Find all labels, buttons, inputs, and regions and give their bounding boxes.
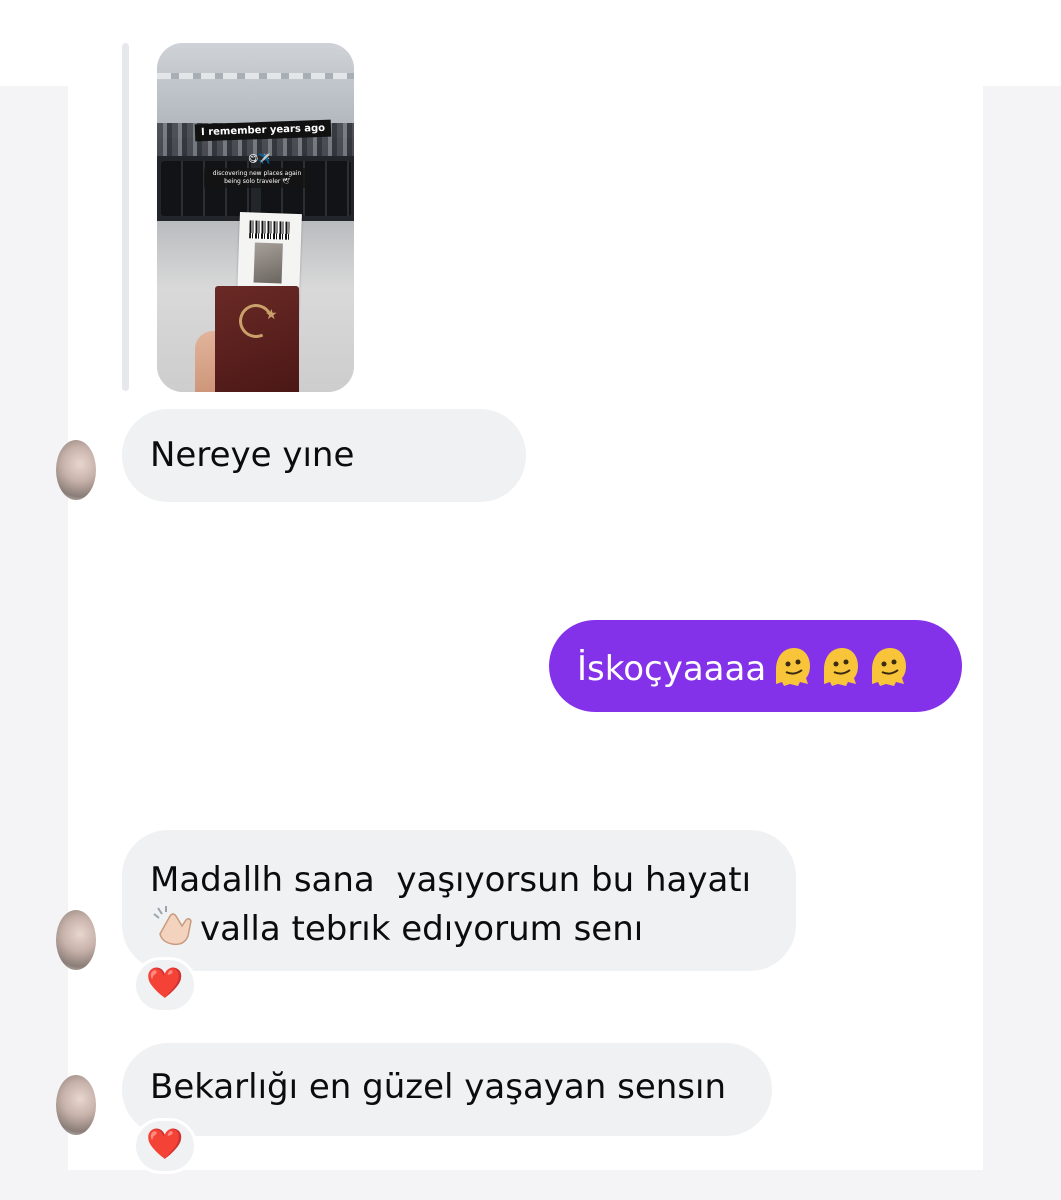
melting-face-icon — [872, 648, 907, 686]
story-ceiling-lights — [157, 73, 354, 79]
passport-image: ★ — [215, 286, 299, 392]
melting-face-icon — [776, 648, 811, 686]
barcode-icon — [249, 220, 290, 240]
message-text: Nereye yıne — [150, 435, 355, 475]
star-icon: ★ — [265, 307, 278, 323]
avatar[interactable] — [56, 1075, 96, 1135]
message-text: Bekarlığı en güzel yaşayan sensın — [150, 1067, 727, 1107]
story-caption-emoji: 😋✈️ — [248, 154, 271, 165]
heart-reaction[interactable]: ❤️ — [133, 1118, 197, 1174]
message-bubble-incoming[interactable]: Madallh sana yaşıyorsun bu hayatı valla … — [122, 830, 796, 971]
left-margin — [0, 86, 68, 1200]
avatar[interactable] — [56, 440, 96, 500]
message-text: İskoçyaaaa — [577, 649, 767, 689]
dm-conversation: ★ I remember years ago 😋✈️ discovering n… — [0, 0, 1061, 1200]
message-bubble-incoming[interactable]: Nereye yıne — [122, 409, 526, 502]
message-text-line: valla tebrık edıyorum senı — [200, 909, 644, 949]
heart-reaction[interactable]: ❤️ — [133, 957, 197, 1013]
ticket-photo — [253, 242, 283, 284]
bottom-margin — [0, 1170, 1061, 1200]
story-caption-subtitle: discovering new places again being solo … — [204, 168, 310, 188]
clapping-hands-icon — [153, 906, 192, 946]
avatar[interactable] — [56, 910, 96, 970]
reply-quote-bar — [122, 43, 129, 391]
story-reply-preview[interactable]: ★ I remember years ago 😋✈️ discovering n… — [157, 43, 354, 392]
melting-face-icon — [824, 648, 859, 686]
message-bubble-outgoing[interactable]: İskoçyaaaa — [549, 620, 962, 712]
right-margin — [983, 86, 1061, 1200]
message-bubble-incoming[interactable]: Bekarlığı en güzel yaşayan sensın — [122, 1043, 772, 1136]
message-text-line: Madallh sana yaşıyorsun bu hayatı — [150, 860, 752, 900]
